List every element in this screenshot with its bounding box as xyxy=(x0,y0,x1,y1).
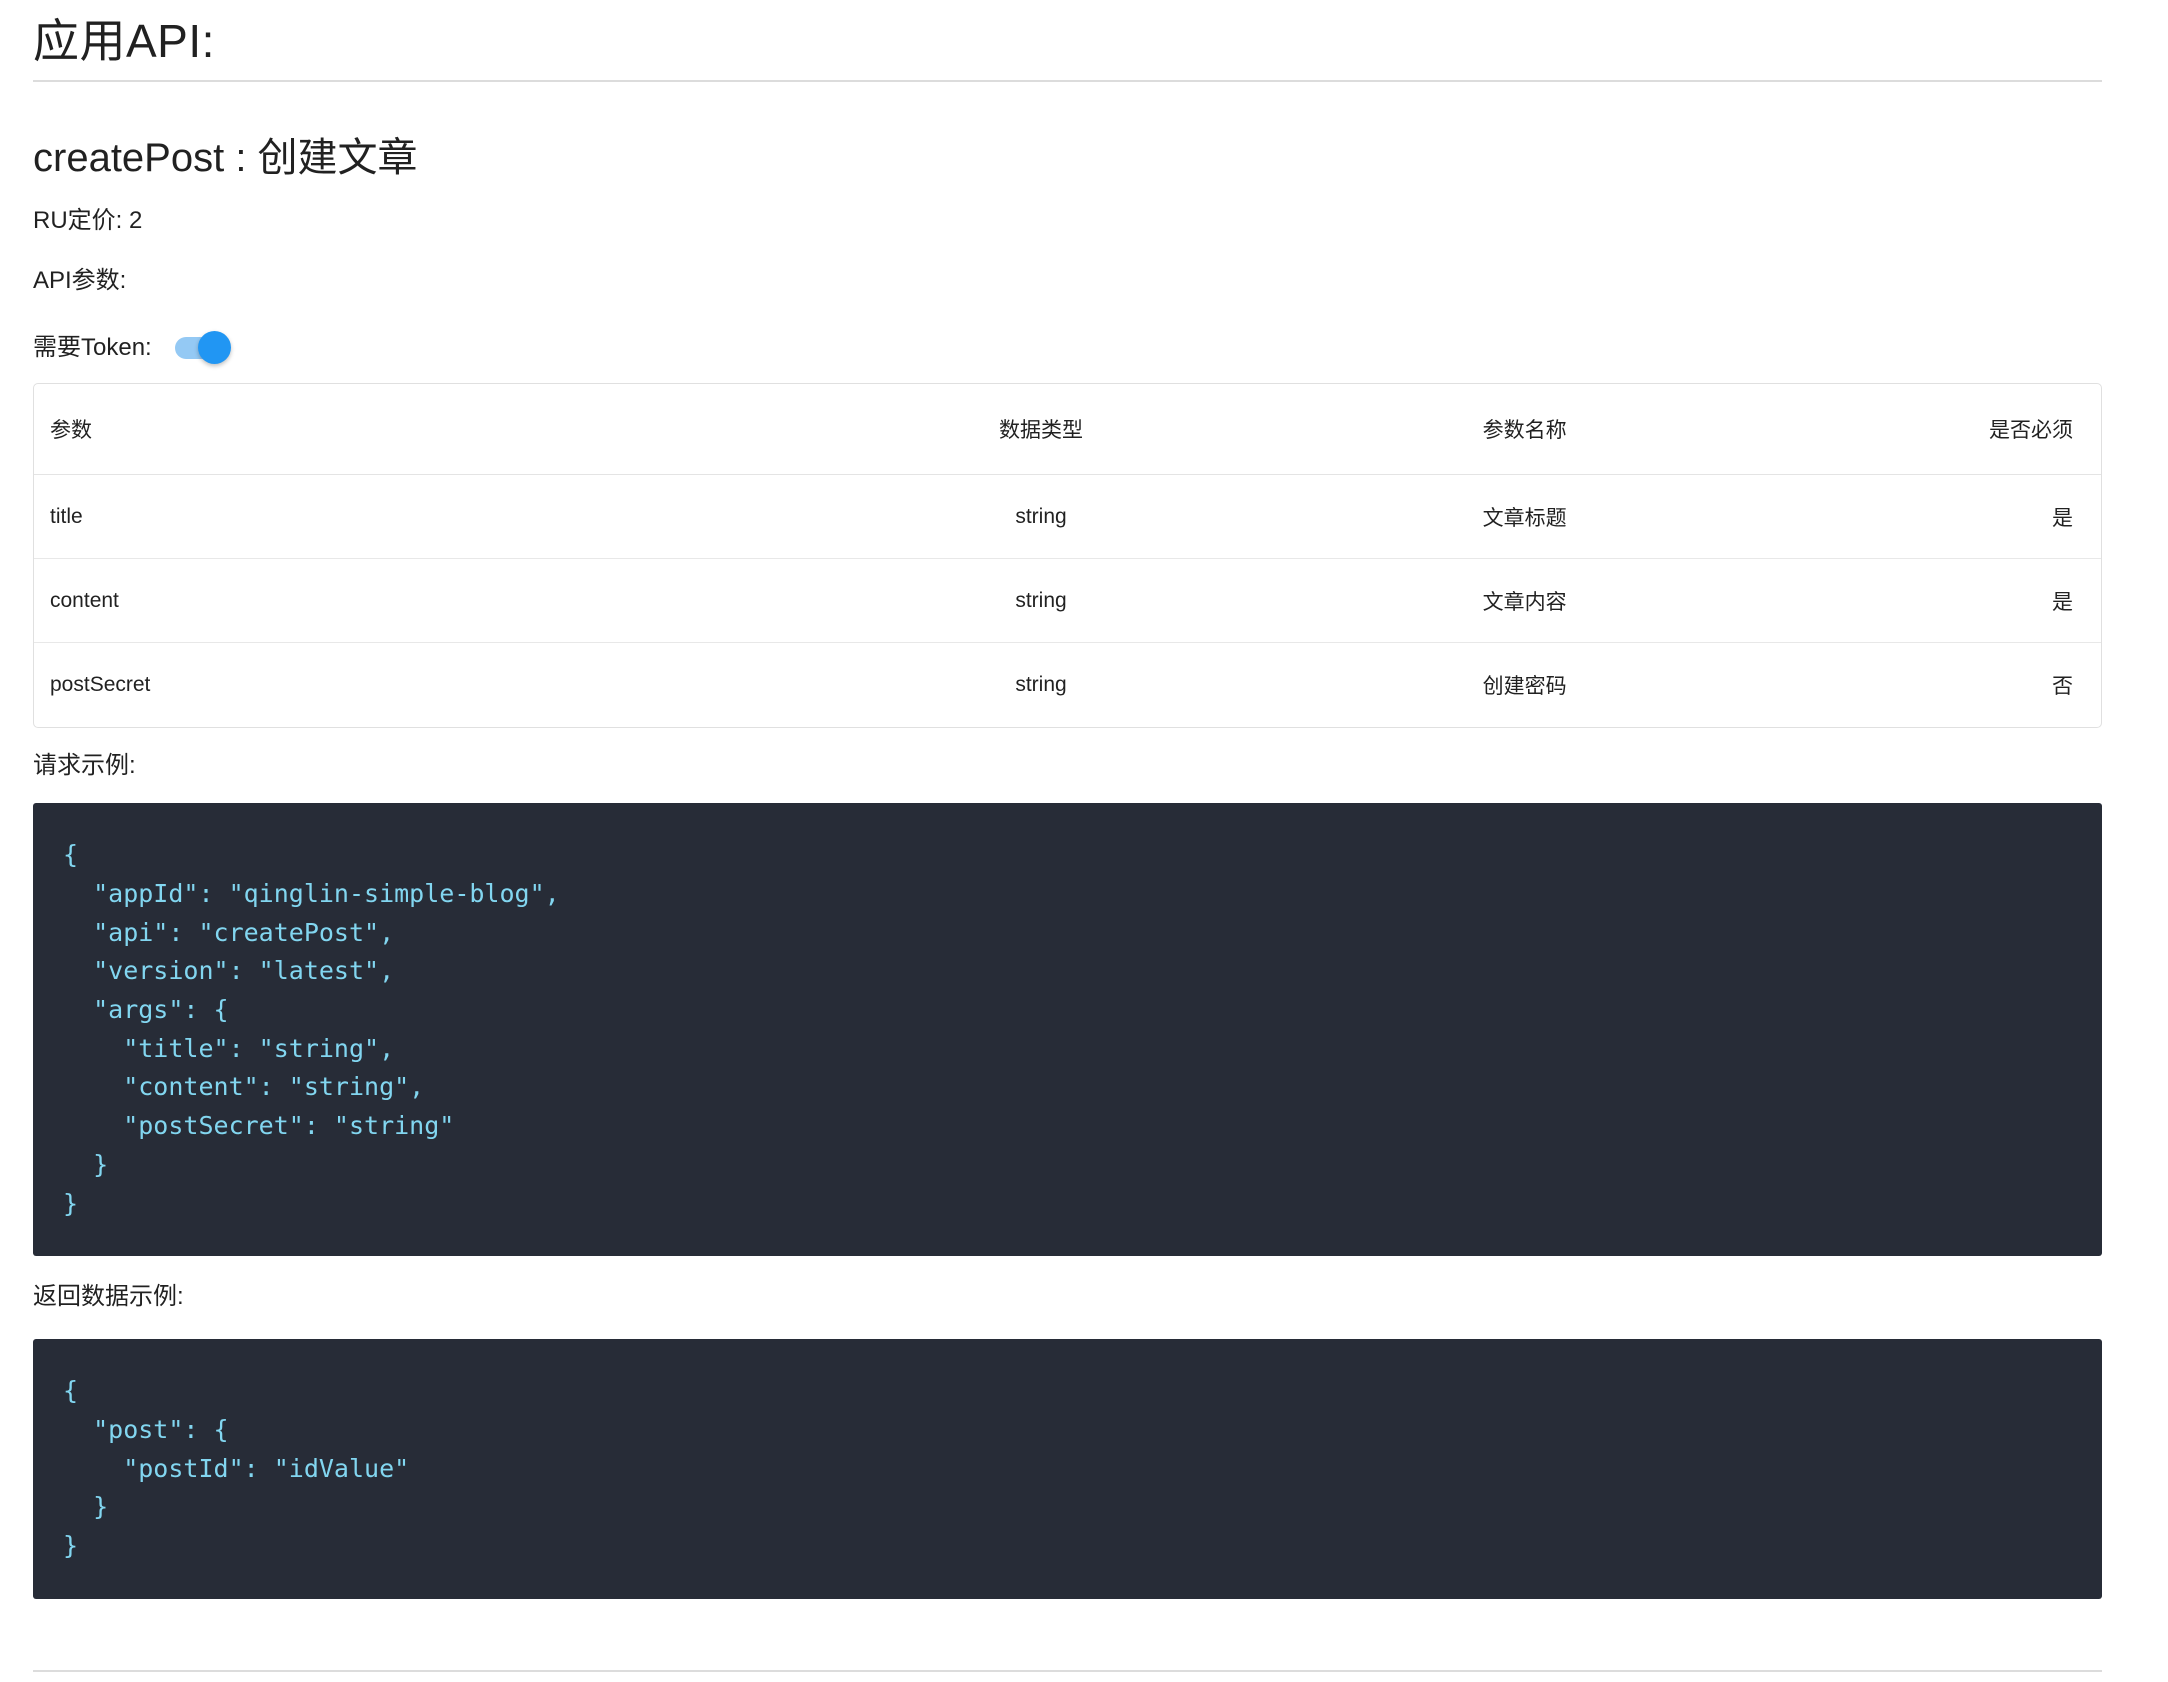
table-row: title string 文章标题 是 xyxy=(34,475,2101,560)
cell-param: title xyxy=(34,475,616,560)
cell-required: 是 xyxy=(1866,475,2101,560)
table-row: content string 文章内容 是 xyxy=(34,559,2101,644)
header-required: 是否必须 xyxy=(1866,384,2101,476)
cell-param: content xyxy=(34,559,616,644)
response-code-block: { "post": { "postId": "idValue" } } xyxy=(33,1339,2102,1599)
cell-type: string xyxy=(1015,673,1067,697)
param-table: 参数 数据类型 参数名称 是否必须 title string 文章标题 是 co… xyxy=(34,384,2101,727)
cell-type: string xyxy=(615,559,1467,644)
token-required-label: 需要Token: xyxy=(33,334,152,362)
request-example-label: 请求示例: xyxy=(33,752,136,780)
header-param: 参数 xyxy=(34,384,616,476)
api-params-label: API参数: xyxy=(33,267,127,295)
section-divider xyxy=(33,1669,2102,1672)
header-type: 数据类型 xyxy=(615,384,1467,476)
page-title: 应用API: xyxy=(33,15,215,67)
cell-name: 文章内容 xyxy=(1466,559,1867,644)
table-row: postSecret string 创建密码 否 xyxy=(34,643,2101,727)
request-json-code: { "appId": "qinglin-simple-blog", "api":… xyxy=(63,840,560,1218)
param-table-container: 参数 数据类型 参数名称 是否必须 title string 文章标题 是 co… xyxy=(33,383,2102,729)
cell-param: postSecret xyxy=(50,673,151,697)
table-header-row: 参数 数据类型 参数名称 是否必须 xyxy=(34,384,2101,476)
response-example-label: 返回数据示例: xyxy=(33,1283,184,1311)
api-heading: createPost : 创建文章 xyxy=(33,136,418,181)
cell-name: 文章标题 xyxy=(1466,475,1867,560)
title-divider xyxy=(33,80,2102,83)
ru-pricing-text: RU定价: 2 xyxy=(33,207,143,235)
page-container: 应用API: createPost : 创建文章 RU定价: 2 API参数: … xyxy=(0,0,2168,1672)
request-code-block: { "appId": "qinglin-simple-blog", "api":… xyxy=(33,803,2102,1257)
cell-required: 是 xyxy=(1866,559,2101,644)
cell-required: 否 xyxy=(2052,675,2073,699)
token-row: 需要Token: xyxy=(33,329,2102,367)
cell-name: 创建密码 xyxy=(1482,675,1567,699)
switch-thumb xyxy=(197,331,231,365)
response-json-code: { "post": { "postId": "idValue" } } xyxy=(63,1376,410,1561)
header-name: 参数名称 xyxy=(1466,384,1867,476)
token-toggle-switch[interactable] xyxy=(172,329,232,367)
cell-type: string xyxy=(615,475,1467,560)
